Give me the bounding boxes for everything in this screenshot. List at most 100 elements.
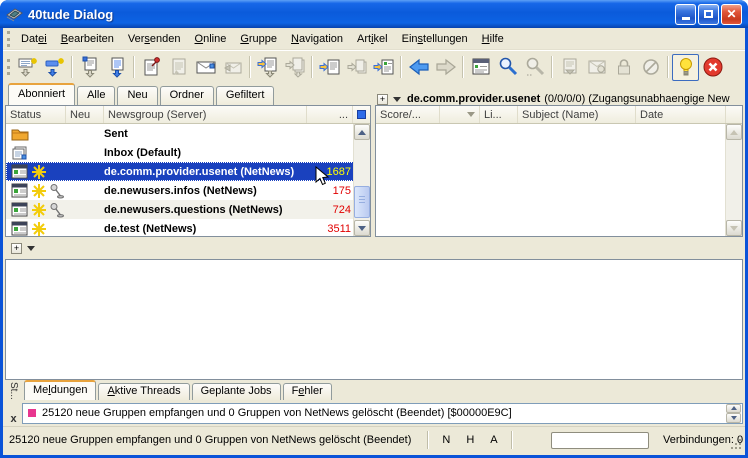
tab-aktive-threads[interactable]: Aktive Threads xyxy=(98,383,189,400)
search-again-button[interactable] xyxy=(521,54,548,81)
tab-meldungen[interactable]: Meldungen xyxy=(24,380,96,400)
message-list-header: Score/... Li... Subject (Name) Date xyxy=(376,106,742,124)
spin-down-icon[interactable] xyxy=(726,413,741,423)
titlebar[interactable]: 40tude Dialog ✕ xyxy=(0,0,748,28)
inbox-icon xyxy=(11,145,29,161)
microphone-icon xyxy=(49,183,64,199)
column-neu[interactable]: Neu xyxy=(66,106,104,123)
menu-bearbeiten[interactable]: Bearbeiten xyxy=(54,30,121,48)
column-status[interactable]: Status xyxy=(6,106,66,123)
column-score[interactable]: Score/... xyxy=(376,106,440,123)
newsgroup-icon xyxy=(11,202,29,217)
dropdown-icon[interactable] xyxy=(27,246,35,251)
status-bar: 25120 neue Gruppen empfangen und 0 Grupp… xyxy=(3,426,745,453)
rot13-button[interactable] xyxy=(583,54,610,81)
goto-thread-button[interactable] xyxy=(343,54,370,81)
star-icon xyxy=(31,183,47,199)
lock-button[interactable] xyxy=(610,54,637,81)
message-list-titlebar: + de.comm.provider.usenet (0/0/0/0) (Zug… xyxy=(373,93,745,105)
stop-button[interactable] xyxy=(699,54,726,81)
scroll-down-icon[interactable] xyxy=(354,220,370,236)
close-button[interactable]: ✕ xyxy=(721,4,742,25)
message-list-scrollbar[interactable] xyxy=(725,124,742,236)
search-button[interactable] xyxy=(494,54,521,81)
download-bodies-button[interactable] xyxy=(103,54,130,81)
tab-alle[interactable]: Alle xyxy=(77,86,115,105)
log-spinner[interactable] xyxy=(726,404,741,423)
fetch-new-headers-button[interactable] xyxy=(14,54,41,81)
goto-article-button[interactable] xyxy=(316,54,343,81)
spin-up-icon[interactable] xyxy=(726,404,741,414)
reply-email-button[interactable] xyxy=(219,54,246,81)
menu-hilfe[interactable]: Hilfe xyxy=(475,30,511,48)
tab-ordner[interactable]: Ordner xyxy=(160,86,214,105)
list-item-group-selected[interactable]: de.comm.provider.usenet (NetNews) 1687 xyxy=(6,162,370,181)
toolbar-grip[interactable] xyxy=(7,59,12,75)
tab-gefiltert[interactable]: Gefiltert xyxy=(216,86,275,105)
scroll-up-icon[interactable] xyxy=(726,124,742,140)
tab-geplante-jobs[interactable]: Geplante Jobs xyxy=(192,383,281,400)
dropdown-icon[interactable] xyxy=(393,97,401,102)
followup-button[interactable] xyxy=(165,54,192,81)
next-unread-article-button[interactable] xyxy=(254,54,281,81)
menu-datei[interactable]: Datei xyxy=(14,30,54,48)
expand-icon[interactable]: + xyxy=(377,94,388,105)
next-group-icon xyxy=(373,56,395,78)
menubar-grip[interactable] xyxy=(7,31,12,47)
tab-abonniert[interactable]: Abonniert xyxy=(8,83,75,105)
current-group-title: de.comm.provider.usenet xyxy=(407,93,540,105)
newsgroup-list-button[interactable] xyxy=(467,54,494,81)
star-icon xyxy=(31,221,47,237)
online-toggle-button[interactable] xyxy=(672,54,699,81)
online-toggle-icon xyxy=(675,56,697,78)
expand-icon[interactable]: + xyxy=(11,243,22,254)
compose-article-button[interactable] xyxy=(138,54,165,81)
list-item-group[interactable]: de.test (NetNews) 3511 xyxy=(6,219,370,237)
group-list-scrollbar[interactable] xyxy=(353,124,370,236)
menu-navigation[interactable]: Navigation xyxy=(284,30,350,48)
cancel-article-button[interactable] xyxy=(637,54,664,81)
compose-email-button[interactable] xyxy=(192,54,219,81)
maximize-button[interactable] xyxy=(698,4,719,25)
next-group-button[interactable] xyxy=(370,54,397,81)
list-item-sent[interactable]: Sent xyxy=(6,124,370,143)
forward-button[interactable] xyxy=(432,54,459,81)
menu-artikel[interactable]: Artikel xyxy=(350,30,395,48)
column-subject[interactable]: Subject (Name) xyxy=(518,106,636,123)
toolbar-separator xyxy=(311,56,313,78)
back-button[interactable] xyxy=(405,54,432,81)
fetch-new-groups-button[interactable] xyxy=(41,54,68,81)
scroll-up-icon[interactable] xyxy=(354,124,370,140)
mark-read-button[interactable] xyxy=(556,54,583,81)
cancel-article-icon xyxy=(640,56,662,78)
column-square[interactable] xyxy=(353,106,370,123)
sort-down-icon xyxy=(467,112,475,117)
menu-einstellungen[interactable]: Einstellungen xyxy=(395,30,475,48)
menu-online[interactable]: Online xyxy=(188,30,234,48)
next-unread-thread-button[interactable] xyxy=(281,54,308,81)
menu-gruppe[interactable]: Gruppe xyxy=(233,30,284,48)
column-date[interactable]: Date xyxy=(636,106,726,123)
article-pane[interactable] xyxy=(5,259,743,380)
group-list-panel: Status Neu Newsgroup (Server) ... xyxy=(5,105,371,237)
column-sort[interactable] xyxy=(440,106,480,123)
minimize-button[interactable] xyxy=(675,4,696,25)
tab-neu[interactable]: Neu xyxy=(117,86,157,105)
scrollbar-thumb[interactable] xyxy=(354,186,370,218)
fetch-new-headers-icon xyxy=(17,56,39,78)
scroll-down-icon[interactable] xyxy=(726,220,742,236)
menu-versenden[interactable]: Versenden xyxy=(121,30,188,48)
list-item-group[interactable]: de.newusers.questions (NetNews) 724 xyxy=(6,200,370,219)
column-more[interactable]: ... xyxy=(307,106,353,123)
next-unread-thread-icon xyxy=(284,56,306,78)
close-panel-icon[interactable]: x xyxy=(10,414,16,424)
column-newsgroup[interactable]: Newsgroup (Server) xyxy=(104,106,307,123)
group-list-header: Status Neu Newsgroup (Server) ... xyxy=(6,106,370,124)
resize-grip-icon[interactable] xyxy=(739,447,741,449)
log-box[interactable]: 25120 neue Gruppen empfangen und 0 Grupp… xyxy=(22,403,743,424)
column-lines[interactable]: Li... xyxy=(480,106,518,123)
tab-fehler[interactable]: Fehler xyxy=(283,383,332,400)
list-item-inbox[interactable]: Inbox (Default) xyxy=(6,143,370,162)
list-item-group[interactable]: de.newusers.infos (NetNews) 175 xyxy=(6,181,370,200)
download-marked-button[interactable] xyxy=(76,54,103,81)
